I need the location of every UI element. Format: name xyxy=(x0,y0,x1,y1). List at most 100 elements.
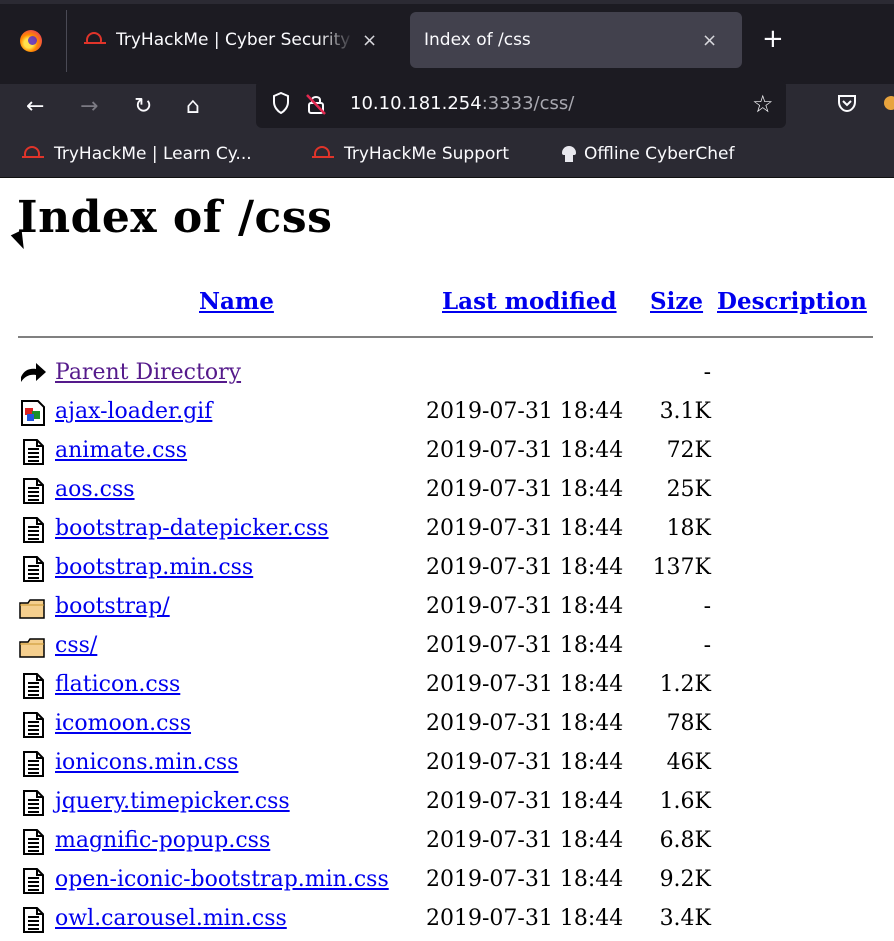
tab-bar: TryHackMe | Cyber Security Training × In… xyxy=(0,0,894,84)
file-size: - xyxy=(703,360,711,385)
file-date: 2019-07-31 18:44 xyxy=(426,399,624,424)
insecure-lock-icon[interactable] xyxy=(306,93,326,115)
back-arrow-icon xyxy=(21,363,46,382)
bookmark-star-icon[interactable]: ☆ xyxy=(752,90,774,118)
file-link[interactable]: owl.carousel.min.css xyxy=(55,906,287,931)
file-date: 2019-07-31 18:44 xyxy=(426,906,624,931)
file-date: 2019-07-31 18:44 xyxy=(426,477,624,502)
file-link[interactable]: css/ xyxy=(55,633,97,658)
folder-icon xyxy=(19,599,45,619)
file-size: 3.4K xyxy=(659,906,711,931)
file-size: 1.6K xyxy=(659,789,711,814)
text-file-icon xyxy=(23,673,44,699)
column-header-description[interactable]: Description xyxy=(717,288,867,315)
file-row: icomoon.css 2019-07-31 18:44 78K xyxy=(0,707,894,746)
file-size: 46K xyxy=(666,750,711,775)
file-date: 2019-07-31 18:44 xyxy=(426,594,624,619)
chef-hat-icon xyxy=(562,146,576,162)
url-host: 10.10.181.254 xyxy=(350,93,482,114)
file-row: bootstrap-datepicker.css 2019-07-31 18:44… xyxy=(0,512,894,551)
file-link[interactable]: icomoon.css xyxy=(55,711,191,736)
file-size: 6.8K xyxy=(659,828,711,853)
text-file-icon xyxy=(23,712,44,738)
file-date: 2019-07-31 18:44 xyxy=(426,789,624,814)
url-path: :3333/css/ xyxy=(481,93,575,114)
file-date: 2019-07-31 18:44 xyxy=(426,555,624,580)
file-row: aos.css 2019-07-31 18:44 25K xyxy=(0,473,894,512)
file-link[interactable]: magnific-popup.css xyxy=(55,828,270,853)
file-link[interactable]: animate.css xyxy=(55,438,187,463)
file-link[interactable]: ionicons.min.css xyxy=(55,750,238,775)
tryhackme-icon xyxy=(84,32,106,48)
text-file-icon xyxy=(23,790,44,816)
bookmark-label: Offline CyberChef xyxy=(584,144,735,164)
tracking-shield-icon[interactable] xyxy=(272,92,290,114)
file-date: 2019-07-31 18:44 xyxy=(426,672,624,697)
tab-separator xyxy=(66,10,67,72)
file-date: 2019-07-31 18:44 xyxy=(426,711,624,736)
text-file-icon xyxy=(23,751,44,777)
tab-tryhackme[interactable]: TryHackMe | Cyber Security Training × xyxy=(72,12,402,68)
tryhackme-icon xyxy=(312,146,334,162)
home-icon[interactable]: ⌂ xyxy=(186,92,200,122)
file-link[interactable]: bootstrap.min.css xyxy=(55,555,253,580)
file-size: 3.1K xyxy=(659,399,711,424)
file-link[interactable]: flaticon.css xyxy=(55,672,180,697)
address-bar[interactable]: 10.10.181.254:3333/css/ xyxy=(256,80,786,128)
file-row: bootstrap/2019-07-31 18:44 - xyxy=(0,590,894,629)
file-date: 2019-07-31 18:44 xyxy=(426,828,624,853)
file-link[interactable]: bootstrap-datepicker.css xyxy=(55,516,329,541)
text-file-icon xyxy=(23,868,44,894)
page-title: Index of /css xyxy=(17,192,333,243)
text-file-icon xyxy=(23,829,44,855)
file-size: 72K xyxy=(666,438,711,463)
bookmark-tryhackme-support[interactable]: TryHackMe Support xyxy=(312,144,509,164)
file-date: 2019-07-31 18:44 xyxy=(426,516,624,541)
file-link[interactable]: jquery.timepicker.css xyxy=(55,789,290,814)
forward-arrow-icon[interactable]: → xyxy=(80,92,98,122)
file-link[interactable]: aos.css xyxy=(55,477,135,502)
file-size: 25K xyxy=(666,477,711,502)
image-icon xyxy=(21,400,45,426)
file-row: magnific-popup.css 2019-07-31 18:44 6.8K xyxy=(0,824,894,863)
bookmark-tryhackme-learn[interactable]: TryHackMe | Learn Cy... xyxy=(22,144,252,164)
title-strip xyxy=(0,0,894,4)
file-size: 78K xyxy=(666,711,711,736)
column-header-name[interactable]: Name xyxy=(199,288,274,315)
file-date: 2019-07-31 18:44 xyxy=(426,438,624,463)
reload-icon[interactable]: ↻ xyxy=(134,92,152,122)
file-row: ionicons.min.css 2019-07-31 18:44 46K xyxy=(0,746,894,785)
file-link[interactable]: ajax-loader.gif xyxy=(55,399,212,424)
file-size: 1.2K xyxy=(659,672,711,697)
close-tab-icon[interactable]: × xyxy=(702,30,717,51)
column-header-size[interactable]: Size xyxy=(650,288,703,315)
header-divider xyxy=(18,336,873,338)
folder-icon xyxy=(19,638,45,658)
bookmark-label: TryHackMe | Learn Cy... xyxy=(54,144,252,164)
file-row: css/2019-07-31 18:44 - xyxy=(0,629,894,668)
text-file-icon xyxy=(23,439,44,465)
file-link[interactable]: open-iconic-bootstrap.min.css xyxy=(55,867,389,892)
back-arrow-icon[interactable]: ← xyxy=(26,92,44,122)
pocket-icon[interactable] xyxy=(836,92,858,114)
file-date: 2019-07-31 18:44 xyxy=(426,750,624,775)
firefox-menu-icon[interactable] xyxy=(20,30,42,52)
extension-icon[interactable] xyxy=(884,96,894,110)
tab-title: TryHackMe | Cyber Security Training xyxy=(116,30,354,50)
file-date: 2019-07-31 18:44 xyxy=(426,633,624,658)
url-text[interactable]: 10.10.181.254:3333/css/ xyxy=(350,93,574,114)
file-row: owl.carousel.min.css 2019-07-31 18:44 3.4K xyxy=(0,902,894,941)
file-row: ajax-loader.gif 2019-07-31 18:44 3.1K xyxy=(0,395,894,434)
file-row: open-iconic-bootstrap.min.css 2019-07-31 … xyxy=(0,863,894,902)
tab-index-of-css[interactable]: Index of /css × xyxy=(410,12,742,68)
close-tab-icon[interactable]: × xyxy=(362,30,377,51)
column-header-last-modified[interactable]: Last modified xyxy=(442,288,617,315)
new-tab-button[interactable]: + xyxy=(762,26,784,52)
text-file-icon xyxy=(23,478,44,504)
page-content: Index of /css Name Last modified Size De… xyxy=(0,178,894,933)
parent-directory-link[interactable]: Parent Directory xyxy=(55,360,241,385)
file-link[interactable]: bootstrap/ xyxy=(55,594,170,619)
bookmark-offline-cyberchef[interactable]: Offline CyberChef xyxy=(562,144,734,164)
file-row: jquery.timepicker.css 2019-07-31 18:44 1.6… xyxy=(0,785,894,824)
tryhackme-icon xyxy=(22,146,44,162)
